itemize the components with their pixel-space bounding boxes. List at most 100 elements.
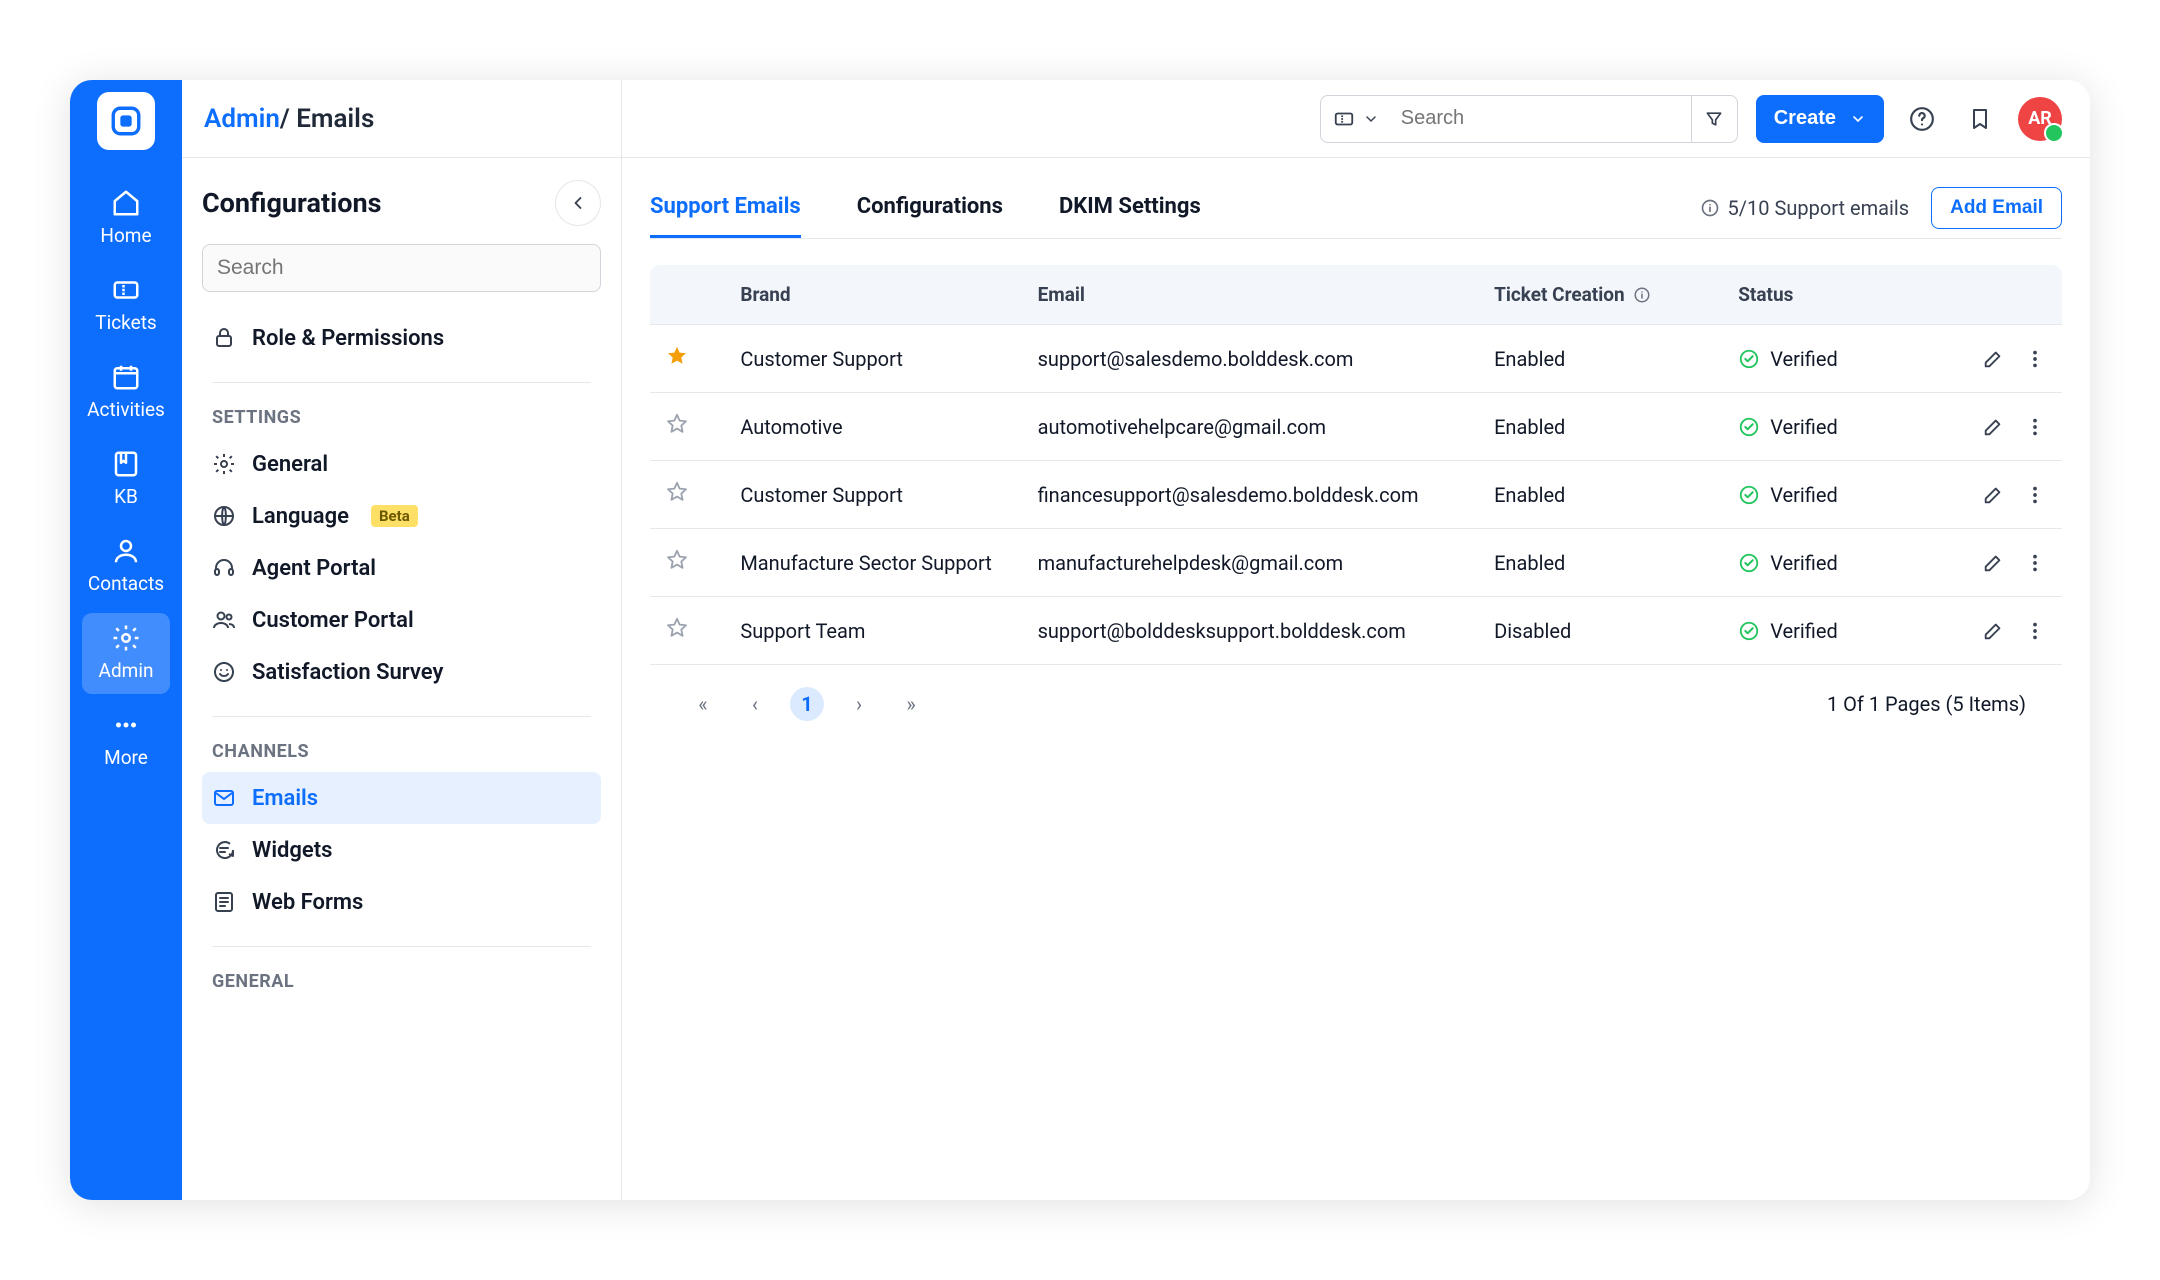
sidebar-item-satisfaction-survey[interactable]: Satisfaction Survey	[202, 646, 601, 698]
cell-ticket-creation: Enabled	[1478, 325, 1722, 393]
sidebar-title: Configurations	[202, 187, 381, 219]
nav-item-kb[interactable]: KB	[82, 439, 170, 520]
cell-ticket-creation: Enabled	[1478, 393, 1722, 461]
edit-button[interactable]	[1982, 552, 2004, 574]
smile-icon	[212, 660, 236, 684]
cell-email: financesupport@salesdemo.bolddesk.com	[1022, 461, 1479, 529]
sidebar-item-web-forms[interactable]: Web Forms	[202, 876, 601, 928]
home-icon	[111, 188, 141, 218]
sidebar-item-general[interactable]: General	[202, 438, 601, 490]
gear-icon	[111, 623, 141, 653]
gear-icon	[212, 452, 236, 476]
sidebar-item-language[interactable]: Language Beta	[202, 490, 601, 542]
sidebar-item-role-permissions[interactable]: Role & Permissions	[202, 312, 601, 364]
cell-email: support@salesdemo.bolddesk.com	[1022, 325, 1479, 393]
row-menu-button[interactable]	[2024, 348, 2046, 370]
filter-icon	[1704, 109, 1724, 129]
row-menu-button[interactable]	[2024, 552, 2046, 574]
sidebar-search-input[interactable]	[202, 244, 601, 292]
page-first-button[interactable]: «	[686, 687, 720, 721]
edit-button[interactable]	[1982, 620, 2004, 642]
table-row: Manufacture Sector Supportmanufacturehel…	[650, 529, 2062, 597]
page-prev-button[interactable]: ‹	[738, 687, 772, 721]
search-type-dropdown[interactable]	[1321, 108, 1391, 130]
cell-brand: Automotive	[724, 393, 1021, 461]
nav-item-contacts[interactable]: Contacts	[82, 526, 170, 607]
headset-icon	[212, 556, 236, 580]
page-number[interactable]: 1	[790, 687, 824, 721]
app-frame: Home Tickets Activities KB Contacts Admi…	[70, 80, 2090, 1200]
breadcrumb-admin[interactable]: Admin	[204, 104, 280, 134]
row-menu-button[interactable]	[2024, 620, 2046, 642]
nav-rail: Home Tickets Activities KB Contacts Admi…	[70, 80, 182, 1200]
nav-item-tickets[interactable]: Tickets	[82, 265, 170, 346]
nav-item-admin[interactable]: Admin	[82, 613, 170, 694]
star-toggle[interactable]	[666, 549, 688, 571]
tabs: Support Emails Configurations DKIM Setti…	[650, 178, 2062, 239]
edit-button[interactable]	[1982, 484, 2004, 506]
ticket-icon	[1333, 108, 1355, 130]
sidebar-item-widgets[interactable]: Widgets	[202, 824, 601, 876]
breadcrumb-bar: Admin/ Emails	[182, 80, 621, 158]
page-last-button[interactable]: »	[894, 687, 928, 721]
star-toggle[interactable]	[666, 481, 688, 503]
cell-status: Verified	[1722, 597, 1913, 665]
cell-email: automotivehelpcare@gmail.com	[1022, 393, 1479, 461]
cell-status: Verified	[1722, 529, 1913, 597]
col-brand: Brand	[724, 265, 1021, 325]
tab-configurations[interactable]: Configurations	[857, 178, 1003, 238]
tab-dkim-settings[interactable]: DKIM Settings	[1059, 178, 1201, 238]
edit-button[interactable]	[1982, 348, 2004, 370]
cell-ticket-creation: Enabled	[1478, 529, 1722, 597]
dots-icon	[111, 710, 141, 740]
breadcrumb: Admin/ Emails	[182, 104, 374, 134]
star-toggle[interactable]	[666, 345, 688, 367]
sidebar-item-emails[interactable]: Emails	[202, 772, 601, 824]
cell-brand: Customer Support	[724, 325, 1021, 393]
chevron-down-icon	[1363, 111, 1379, 127]
star-toggle[interactable]	[666, 413, 688, 435]
col-status: Status	[1722, 265, 1913, 325]
top-bar: Create AR	[622, 80, 2090, 158]
info-icon	[1633, 286, 1651, 304]
edit-button[interactable]	[1982, 416, 2004, 438]
row-menu-button[interactable]	[2024, 416, 2046, 438]
app-logo[interactable]	[97, 92, 155, 150]
collapse-sidebar-button[interactable]	[555, 180, 601, 226]
cell-email: manufacturehelpdesk@gmail.com	[1022, 529, 1479, 597]
table-row: Support Teamsupport@bolddesksupport.bold…	[650, 597, 2062, 665]
form-icon	[212, 890, 236, 914]
cell-status: Verified	[1722, 393, 1913, 461]
add-email-button[interactable]: Add Email	[1931, 187, 2062, 229]
cell-brand: Customer Support	[724, 461, 1021, 529]
cell-ticket-creation: Enabled	[1478, 461, 1722, 529]
nav-item-activities[interactable]: Activities	[82, 352, 170, 433]
beta-badge: Beta	[371, 505, 418, 527]
page-summary: 1 Of 1 Pages (5 Items)	[1827, 692, 2026, 716]
page-next-button[interactable]: ›	[842, 687, 876, 721]
breadcrumb-current: Emails	[296, 104, 374, 134]
support-email-count: 5/10 Support emails	[1700, 196, 1910, 220]
sidebar-item-agent-portal[interactable]: Agent Portal	[202, 542, 601, 594]
user-avatar[interactable]: AR	[2018, 97, 2062, 141]
nav-item-more[interactable]: More	[82, 700, 170, 781]
tab-support-emails[interactable]: Support Emails	[650, 178, 801, 238]
nav-item-home[interactable]: Home	[82, 178, 170, 259]
star-toggle[interactable]	[666, 617, 688, 639]
search-input[interactable]	[1391, 96, 1691, 142]
create-button[interactable]: Create	[1756, 95, 1884, 143]
sidebar-item-customer-portal[interactable]: Customer Portal	[202, 594, 601, 646]
chevron-down-icon	[1850, 111, 1866, 127]
help-button[interactable]	[1902, 99, 1942, 139]
row-menu-button[interactable]	[2024, 484, 2046, 506]
bookmark-button[interactable]	[1960, 99, 2000, 139]
bookmark-icon	[1968, 107, 1992, 131]
main-panel: Create AR Support Emails Configurations …	[622, 80, 2090, 1200]
info-icon	[1700, 198, 1720, 218]
cell-ticket-creation: Disabled	[1478, 597, 1722, 665]
cell-status: Verified	[1722, 325, 1913, 393]
col-email: Email	[1022, 265, 1479, 325]
search-filter-button[interactable]	[1691, 96, 1737, 142]
table-row: Customer Supportfinancesupport@salesdemo…	[650, 461, 2062, 529]
table-row: Automotiveautomotivehelpcare@gmail.comEn…	[650, 393, 2062, 461]
